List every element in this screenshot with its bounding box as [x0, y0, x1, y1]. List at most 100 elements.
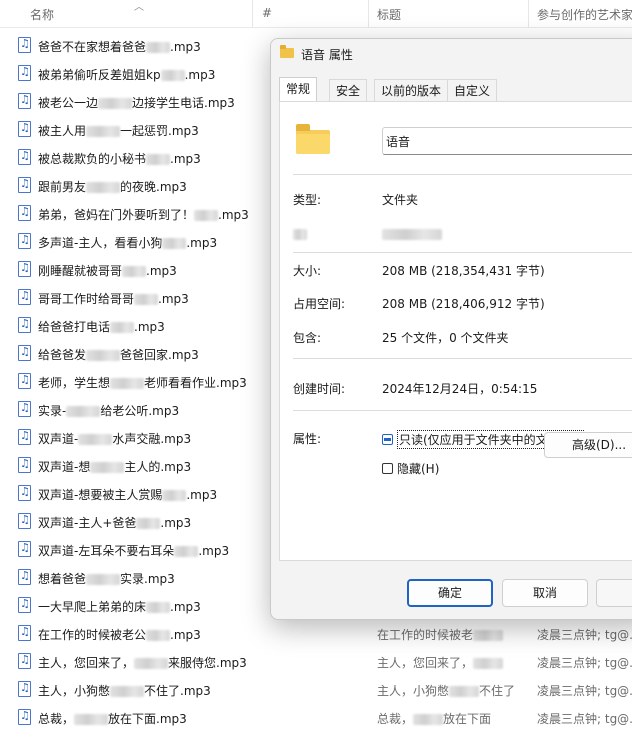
audio-file-icon — [18, 37, 31, 53]
file-name: 总裁， 放在下面.mp3 — [38, 712, 187, 726]
file-name: 主人，您回来了， 来服侍您.mp3 — [38, 656, 247, 670]
divider — [293, 358, 632, 359]
size-on-disk-label: 占用空间: — [293, 297, 346, 311]
divider — [293, 410, 632, 411]
file-name: 主人，小狗憋 不住了.mp3 — [38, 684, 211, 698]
redacted-label — [293, 227, 307, 241]
audio-file-icon — [18, 149, 31, 165]
general-panel: 类型: 文件夹 大小: 208 MB (218,354,431 字节) 占用空间… — [279, 101, 632, 561]
file-name: 被老公一边 边接学生电话.mp3 — [38, 96, 235, 110]
file-title: 主人，您回来了， — [377, 654, 504, 671]
audio-file-icon — [18, 429, 31, 445]
divider — [293, 252, 632, 253]
audio-file-icon — [18, 261, 31, 277]
audio-file-icon — [18, 597, 31, 613]
audio-file-icon — [18, 681, 31, 697]
audio-file-icon — [18, 541, 31, 557]
file-name: 双声道-主人+爸爸 .mp3 — [38, 516, 192, 530]
column-title[interactable]: 标题 — [377, 6, 401, 23]
type-label: 类型: — [293, 193, 322, 207]
folder-icon — [296, 124, 330, 154]
column-number[interactable]: # — [262, 6, 272, 20]
file-title: 在工作的时候被老 — [377, 626, 504, 643]
divider — [293, 174, 632, 175]
dialog-titlebar[interactable]: 语音 属性 — [271, 39, 632, 69]
sort-ascending-icon: ︿ — [134, 2, 144, 13]
audio-file-icon — [18, 317, 31, 333]
file-artist: 凌晨三点钟; tg@. — [537, 628, 632, 642]
audio-file-icon — [18, 513, 31, 529]
file-name: 跟前男友 的夜晚.mp3 — [38, 180, 187, 194]
file-name: 弟弟，爸妈在门外要听到了！ .mp3 — [38, 208, 249, 222]
created-label: 创建时间: — [293, 382, 346, 396]
file-name: 被主人用 一起惩罚.mp3 — [38, 124, 199, 138]
file-name: 被总裁欺负的小秘书 .mp3 — [38, 152, 201, 166]
redacted-value — [382, 227, 442, 241]
apply-button[interactable]: 应 — [596, 579, 632, 607]
hidden-checkbox[interactable] — [382, 463, 393, 474]
file-row[interactable]: 主人，您回来了，来服侍您.mp3 主人，您回来了， 凌晨三点钟; tg@. — [0, 648, 632, 676]
tab-general[interactable]: 常规 — [279, 77, 318, 102]
column-separator[interactable] — [368, 0, 369, 27]
file-name: 双声道-想 主人的.mp3 — [38, 460, 192, 474]
hidden-label[interactable]: 隐藏(H) — [397, 460, 439, 477]
file-name: 老师，学生想 老师看看作业.mp3 — [38, 376, 247, 390]
tab-previous-versions[interactable]: 以前的版本 — [374, 79, 449, 101]
dialog-title: 语音 属性 — [301, 48, 353, 62]
audio-file-icon — [18, 65, 31, 81]
file-name: 多声道-主人，看看小狗 .mp3 — [38, 236, 218, 250]
file-name: 一大早爬上弟弟的床 .mp3 — [38, 600, 201, 614]
file-name: 在工作的时候被老公 .mp3 — [38, 628, 201, 642]
column-name[interactable]: 名称 — [30, 6, 54, 23]
file-name: 想着爸爸 实录.mp3 — [38, 572, 175, 586]
file-name: 被弟弟偷听反差姐姐kp .mp3 — [38, 68, 216, 82]
file-title: 总裁， 放在下面 — [377, 712, 492, 726]
file-row[interactable]: 在工作的时候被老公.mp3 在工作的时候被老 凌晨三点钟; tg@. — [0, 620, 632, 648]
audio-file-icon — [18, 485, 31, 501]
column-separator[interactable] — [252, 0, 253, 27]
audio-file-icon — [18, 401, 31, 417]
file-name: 刚睡醒就被哥哥 .mp3 — [38, 264, 177, 278]
contains-value: 25 个文件，0 个文件夹 — [382, 331, 509, 345]
file-name: 实录- 给老公听.mp3 — [38, 404, 180, 418]
readonly-checkbox[interactable] — [382, 434, 393, 445]
audio-file-icon — [18, 93, 31, 109]
file-artist: 凌晨三点钟; tg@. — [537, 684, 632, 698]
column-artists[interactable]: 参与创作的艺术家 — [537, 6, 632, 23]
ok-button[interactable]: 确定 — [407, 579, 493, 607]
size-value: 208 MB (218,354,431 字节) — [382, 264, 545, 278]
column-separator[interactable] — [528, 0, 529, 27]
file-artist: 凌晨三点钟; tg@. — [537, 712, 632, 726]
audio-file-icon — [18, 569, 31, 585]
attributes-label: 属性: — [293, 432, 322, 446]
file-name: 双声道-左耳朵不要右耳朵 .mp3 — [38, 544, 230, 558]
audio-file-icon — [18, 625, 31, 641]
contains-label: 包含: — [293, 331, 322, 345]
audio-file-icon — [18, 121, 31, 137]
file-artist: 凌晨三点钟; tg@. — [537, 656, 632, 670]
size-on-disk-value: 208 MB (218,406,912 字节) — [382, 297, 545, 311]
file-name: 爸爸不在家想着爸爸 .mp3 — [38, 40, 201, 54]
column-header: ︿ 名称 # 标题 参与创作的艺术家 — [0, 0, 632, 28]
audio-file-icon — [18, 177, 31, 193]
tab-customize[interactable]: 自定义 — [447, 79, 498, 101]
tab-security[interactable]: 安全 — [329, 79, 368, 101]
audio-file-icon — [18, 205, 31, 221]
properties-dialog: 语音 属性 常规 安全 以前的版本 自定义 类型: 文件夹 大小: 208 MB… — [270, 38, 632, 620]
file-name: 双声道-想要被主人赏赐 .mp3 — [38, 488, 218, 502]
audio-file-icon — [18, 345, 31, 361]
file-row[interactable]: 总裁，放在下面.mp3 总裁，放在下面 凌晨三点钟; tg@. — [0, 704, 632, 732]
type-value: 文件夹 — [382, 193, 419, 207]
file-name: 双声道- 水声交融.mp3 — [38, 432, 192, 446]
audio-file-icon — [18, 233, 31, 249]
cancel-button[interactable]: 取消 — [502, 579, 588, 607]
audio-file-icon — [18, 457, 31, 473]
audio-file-icon — [18, 709, 31, 725]
audio-file-icon — [18, 653, 31, 669]
file-row[interactable]: 主人，小狗憋不住了.mp3 主人，小狗憋不住了 凌晨三点钟; tg@. — [0, 676, 632, 704]
advanced-button[interactable]: 高级(D)... — [544, 432, 632, 458]
folder-name-input[interactable] — [382, 127, 632, 155]
file-name: 哥哥工作时给哥哥 .mp3 — [38, 292, 189, 306]
audio-file-icon — [18, 373, 31, 389]
audio-file-icon — [18, 289, 31, 305]
